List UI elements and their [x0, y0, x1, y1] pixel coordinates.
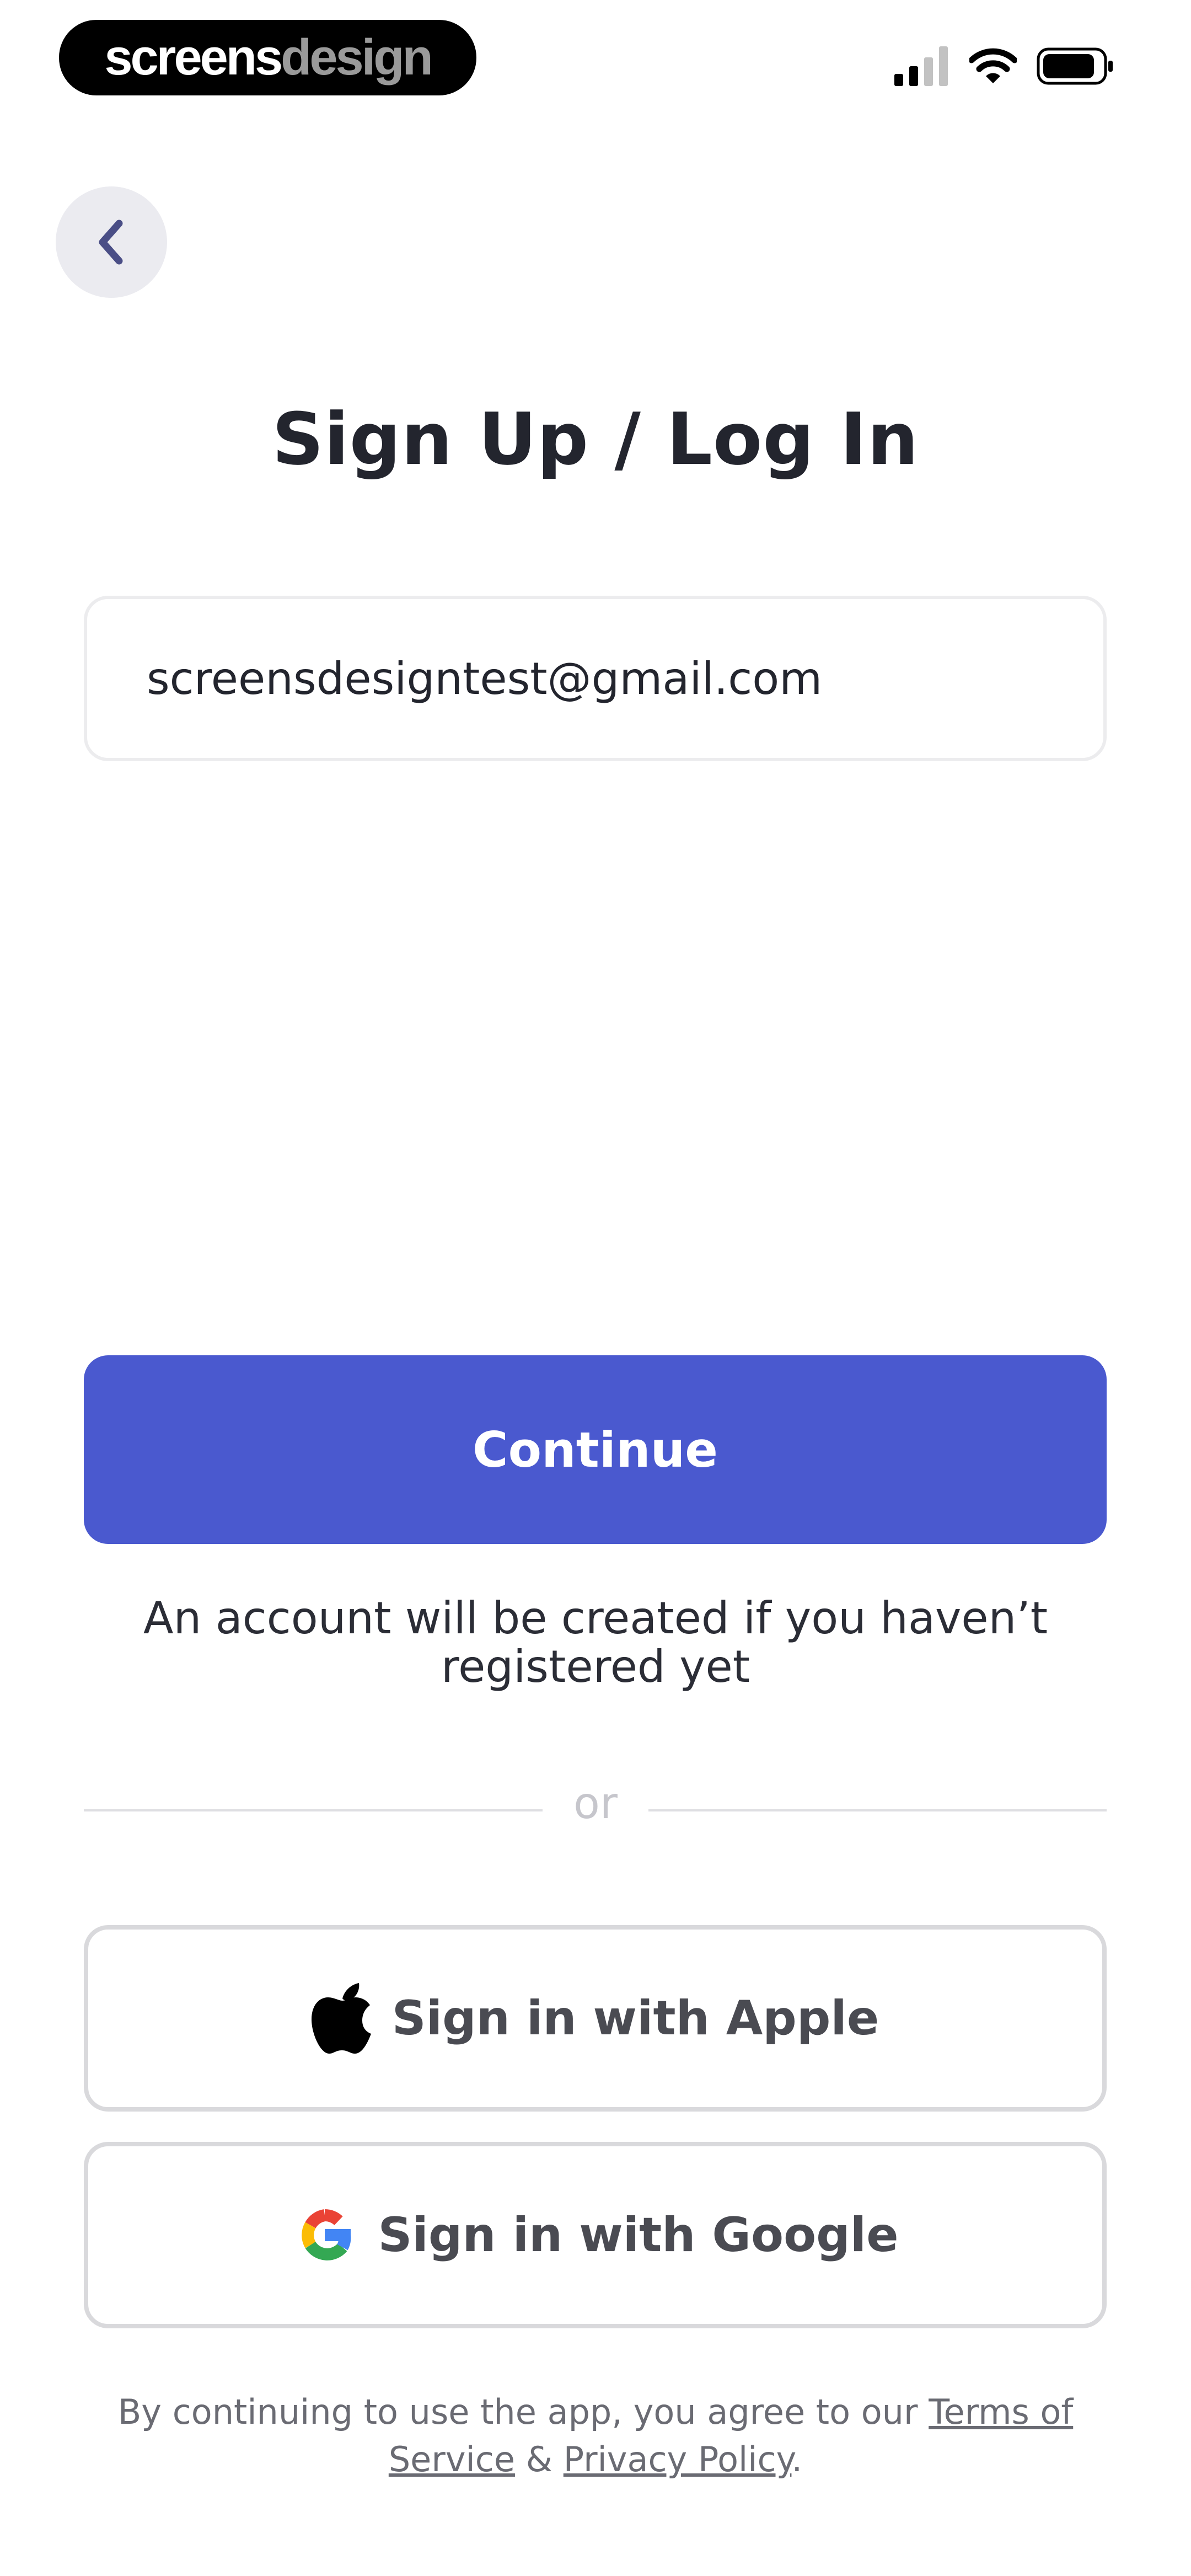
- battery-icon: [1037, 47, 1113, 85]
- google-logo-icon: [302, 2209, 351, 2260]
- sign-in-apple-button[interactable]: Sign in with Apple: [84, 1925, 1107, 2112]
- brand-bold: screens: [104, 29, 283, 85]
- divider-line-right: [648, 1809, 1107, 1811]
- legal-suffix: .: [791, 2439, 803, 2479]
- divider-or-label: or: [573, 1779, 618, 1829]
- screensdesign-logo: screens design: [59, 20, 476, 95]
- email-field[interactable]: screensdesigntest@gmail.com: [84, 596, 1107, 761]
- legal-joiner: &: [525, 2439, 553, 2479]
- account-helper-text: An account will be created if you haven’…: [143, 1592, 1048, 1692]
- status-icons: [894, 46, 1114, 86]
- sign-in-google-button[interactable]: Sign in with Google: [84, 2142, 1107, 2328]
- continue-button[interactable]: Continue: [84, 1355, 1107, 1544]
- page-title: Sign Up / Log In: [272, 397, 919, 481]
- back-button[interactable]: [56, 186, 167, 298]
- divider-line-left: [84, 1809, 543, 1811]
- google-button-label: Sign in with Google: [378, 2208, 899, 2263]
- privacy-policy-link[interactable]: Privacy Policy: [564, 2439, 792, 2479]
- legal-text: By continuing to use the app, you agree …: [110, 2388, 1081, 2483]
- apple-logo-icon: [311, 1983, 371, 2054]
- signal-icon: [894, 46, 948, 86]
- legal-prefix: By continuing to use the app, you agree …: [117, 2392, 918, 2432]
- apple-button-label: Sign in with Apple: [391, 1991, 879, 2046]
- brand-light: design: [281, 29, 433, 85]
- signup-screen: screens design Sign Up / Log In screensde…: [0, 0, 1191, 2576]
- wifi-icon: [969, 48, 1017, 83]
- chevron-left-icon: [99, 220, 123, 265]
